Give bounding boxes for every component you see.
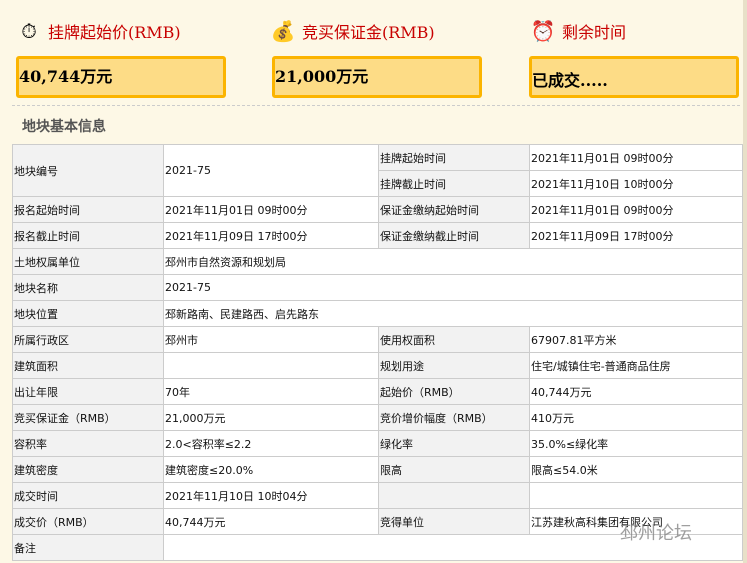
value-cell: 410万元 [529,404,743,431]
label-cell [378,482,530,509]
deposit-value: 21,000万元 [272,56,482,98]
alarm-clock-icon: ⏰ [530,19,556,43]
remaining-time-value: 已成交..... [529,56,739,98]
label-cell: 绿化率 [378,430,530,457]
label-cell: 竞买保证金（RMB） [12,404,164,431]
label-cell: 土地权属单位 [12,248,164,275]
value-cell: 住宅/城镇住宅-普通商品住房 [529,352,743,379]
value-cell: 40,744万元 [163,508,379,535]
table-row: 出让年限 70年 起始价（RMB） 40,744万元 [12,378,743,405]
value-cell: 建筑密度≤20.0% [163,456,379,483]
value-cell: 21,000万元 [163,404,379,431]
label-cell: 出让年限 [12,378,164,405]
value-cell: 2021年11月01日 09时00分 [529,144,743,171]
table-row: 报名起始时间 2021年11月01日 09时00分 保证金缴纳起始时间 2021年11… [12,196,743,223]
stat-title: 竞买保证金(RMB) [302,23,435,42]
start-price-value: 40,744万元 [16,56,226,98]
label-cell: 保证金缴纳截止时间 [378,222,530,249]
section-title: 地块基本信息 [22,119,106,135]
label-cell: 地块编号 [12,144,164,197]
value-cell: 2.0<容积率≤2.2 [163,430,379,457]
value-cell: 2021-75 [163,274,743,301]
label-cell: 地块位置 [12,300,164,327]
stat-deposit: 💰 竞买保证金(RMB) 21,000万元 [270,14,485,98]
label-cell: 挂牌截止时间 [378,170,530,197]
table-row: 成交时间 2021年11月10日 10时04分 [12,482,743,509]
stat-remaining-time: ⏰ 剩余时间 已成交..... [529,14,745,98]
table-row: 土地权属单位 邳州市自然资源和规划局 [12,248,743,275]
scrollbar-edge [743,0,747,563]
stat-start-price: ⏱ 挂牌起始价(RMB) 40,744万元 [16,14,231,98]
value-cell: 邳州市 [163,326,379,353]
label-cell: 使用权面积 [378,326,530,353]
table-row: 地块编号 2021-75 挂牌起始时间 2021年11月01日 09时00分 [12,144,743,197]
label-cell: 地块名称 [12,274,164,301]
label-cell: 所属行政区 [12,326,164,353]
value-cell: 2021年11月01日 09时00分 [529,196,743,223]
label-cell: 容积率 [12,430,164,457]
label-cell: 备注 [12,534,164,561]
label-cell: 建筑密度 [12,456,164,483]
value-cell: 2021-75 [163,144,379,197]
label-cell: 成交时间 [12,482,164,509]
value-cell: 限高≤54.0米 [529,456,743,483]
stat-title: 剩余时间 [562,23,627,42]
value-cell: 2021年11月09日 17时00分 [163,222,379,249]
value-cell: 70年 [163,378,379,405]
table-row: 建筑面积 规划用途 住宅/城镇住宅-普通商品住房 [12,352,743,379]
label-cell: 竞得单位 [378,508,530,535]
table-row: 地块名称 2021-75 [12,274,743,301]
money-clock-icon: ⏱ [21,19,37,43]
label-cell: 成交价（RMB） [12,508,164,535]
value-cell [529,482,743,509]
label-cell: 规划用途 [378,352,530,379]
value-cell: 2021年11月10日 10时04分 [163,482,379,509]
table-row: 容积率 2.0<容积率≤2.2 绿化率 35.0%≤绿化率 [12,430,743,457]
value-cell: 35.0%≤绿化率 [529,430,743,457]
label-cell: 保证金缴纳起始时间 [378,196,530,223]
value-cell: 邳新路南、民建路西、启先路东 [163,300,743,327]
stat-title: 挂牌起始价(RMB) [48,23,181,42]
label-cell: 建筑面积 [12,352,164,379]
divider [12,105,740,106]
value-cell: 67907.81平方米 [529,326,743,353]
value-cell: 2021年11月09日 17时00分 [529,222,743,249]
value-cell [163,352,379,379]
land-info-table: 地块编号 2021-75 挂牌起始时间 2021年11月01日 09时00分 挂… [12,144,743,561]
table-row: 所属行政区 邳州市 使用权面积 67907.81平方米 [12,326,743,353]
label-cell: 限高 [378,456,530,483]
value-cell: 40,744万元 [529,378,743,405]
value-cell: 2021年11月01日 09时00分 [163,196,379,223]
label-cell: 报名起始时间 [12,196,164,223]
label-cell: 竞价增价幅度（RMB） [378,404,530,431]
watermark: 邳州论坛 [620,523,692,544]
value-cell: 邳州市自然资源和规划局 [163,248,743,275]
table-row: 报名截止时间 2021年11月09日 17时00分 保证金缴纳截止时间 2021年11… [12,222,743,249]
value-cell: 2021年11月10日 10时00分 [529,170,743,197]
table-row: 竞买保证金（RMB） 21,000万元 竞价增价幅度（RMB） 410万元 [12,404,743,431]
coins-bag-icon: 💰 [270,19,296,43]
label-cell: 起始价（RMB） [378,378,530,405]
table-row: 建筑密度 建筑密度≤20.0% 限高 限高≤54.0米 [12,456,743,483]
label-cell: 挂牌起始时间 [378,144,530,171]
table-row: 地块位置 邳新路南、民建路西、启先路东 [12,300,743,327]
label-cell: 报名截止时间 [12,222,164,249]
